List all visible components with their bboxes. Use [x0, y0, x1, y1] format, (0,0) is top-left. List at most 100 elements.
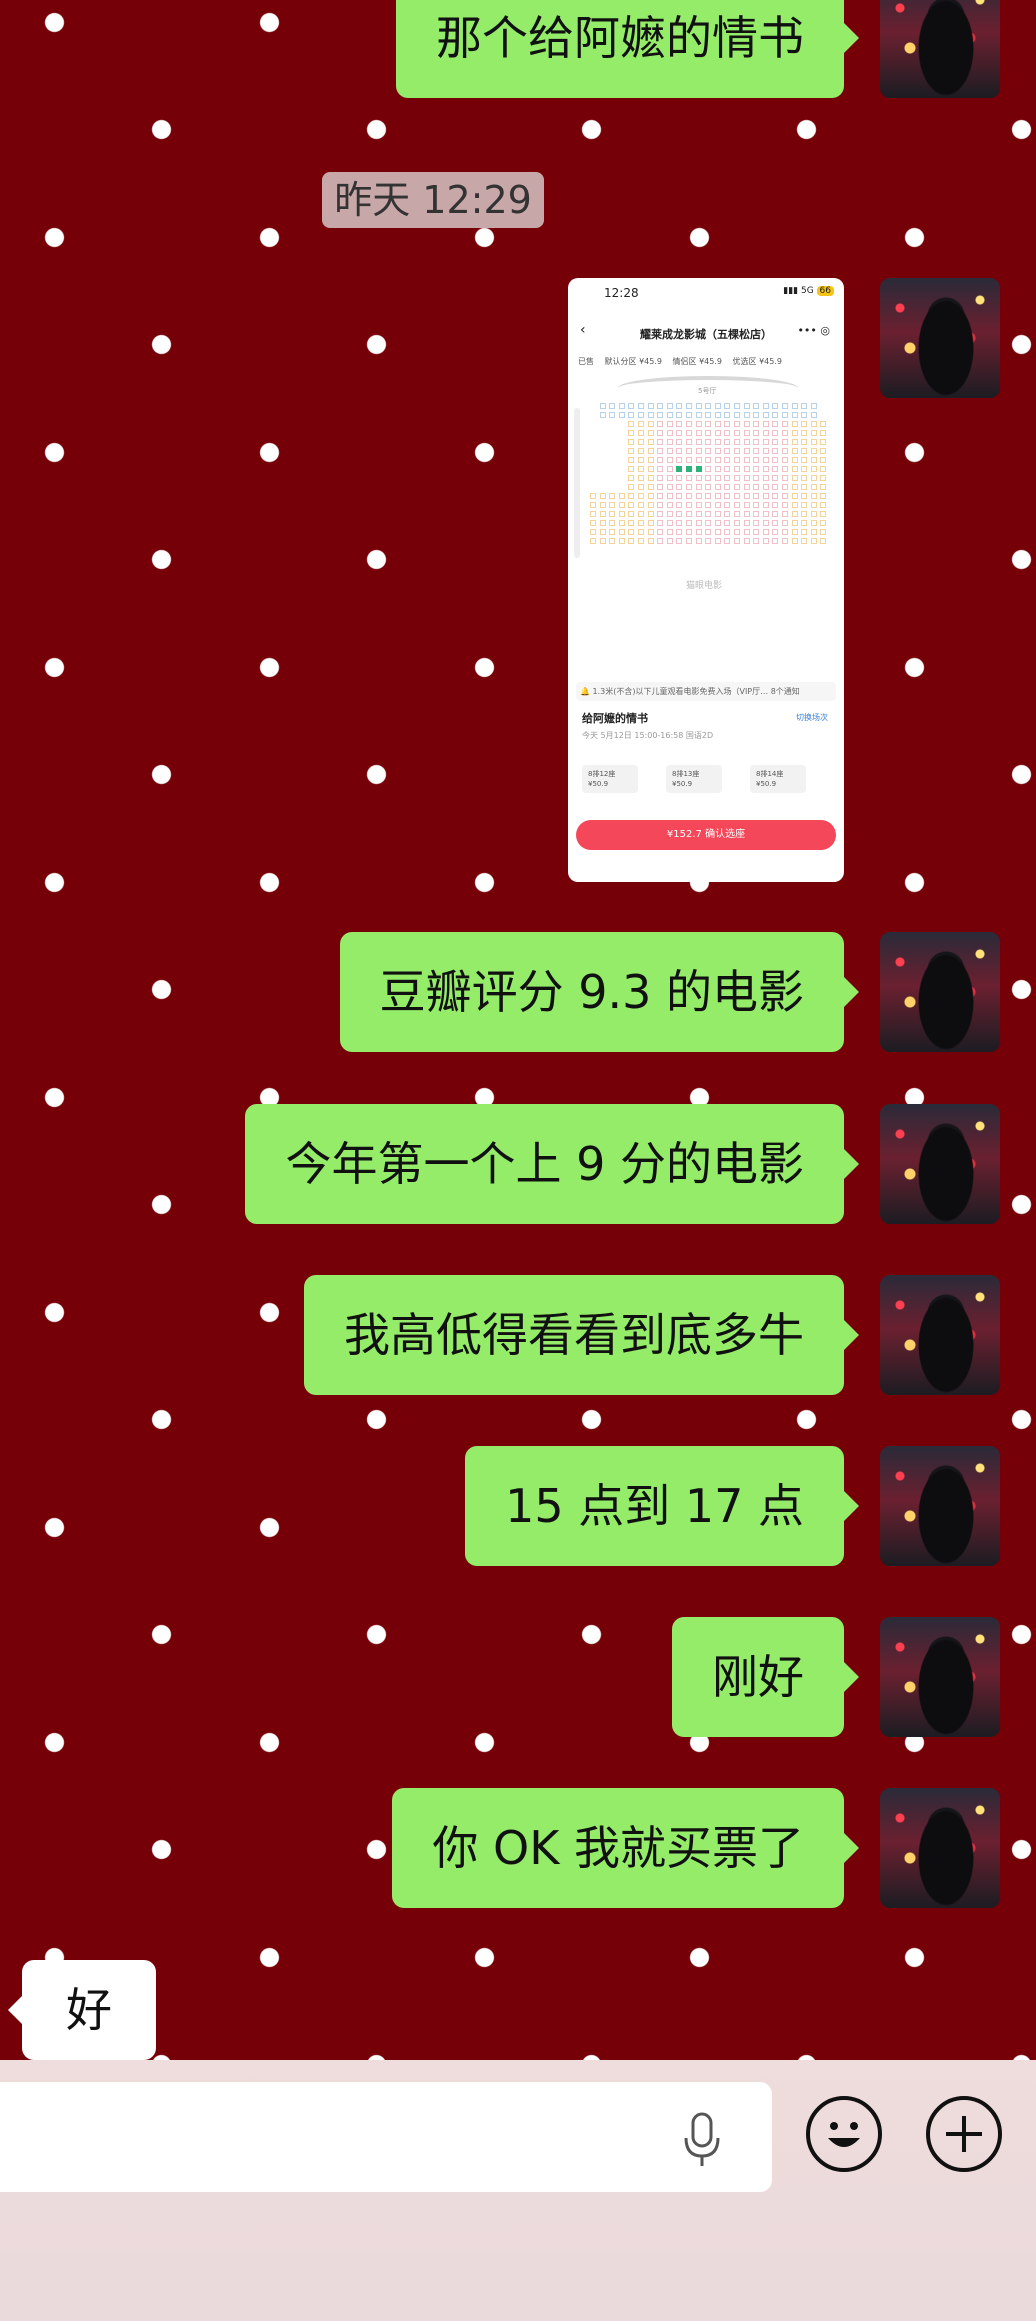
seat: [705, 448, 712, 454]
message-bubble-out[interactable]: 15 点到 17 点: [465, 1446, 859, 1566]
message-bubble-out[interactable]: 那个给阿嬷的情书: [396, 0, 859, 98]
seat: [714, 493, 721, 499]
seat: [714, 448, 721, 454]
seat: [810, 421, 817, 427]
seat: [705, 502, 712, 508]
seat: [801, 475, 808, 481]
avatar[interactable]: [880, 1446, 1000, 1566]
seat: [647, 421, 654, 427]
message-bubble-in[interactable]: 好: [8, 1960, 156, 2060]
avatar[interactable]: [880, 1104, 1000, 1224]
seat: [686, 511, 692, 517]
seat: [791, 457, 798, 463]
avatar[interactable]: [880, 0, 1000, 98]
seat: [772, 421, 779, 427]
seat: [590, 493, 596, 499]
seat: [753, 439, 760, 445]
avatar[interactable]: [880, 1788, 1000, 1908]
message-bubble-out[interactable]: 刚好: [672, 1617, 859, 1737]
seat: [590, 502, 596, 508]
seat: [753, 484, 760, 490]
seat: [714, 412, 721, 418]
avatar[interactable]: [880, 1275, 1000, 1395]
seat: [753, 403, 760, 409]
seat: [590, 529, 596, 535]
seat: [820, 466, 827, 472]
seat: [599, 502, 606, 508]
seat: [820, 457, 827, 463]
seat: [772, 466, 779, 472]
seat: [724, 421, 731, 427]
seat: [743, 493, 750, 499]
seat: [676, 439, 683, 445]
seat: [724, 475, 731, 481]
seat: [686, 538, 692, 544]
message-bubble-out[interactable]: 今年第一个上 9 分的电影: [245, 1104, 859, 1224]
seat: [753, 448, 760, 454]
seat: [628, 502, 635, 508]
message-bubble-out[interactable]: 你 OK 我就买票了: [392, 1788, 859, 1908]
seat: [753, 493, 760, 499]
seat: [782, 412, 788, 418]
seat: [753, 412, 760, 418]
seat: [638, 502, 644, 508]
seat: [801, 502, 808, 508]
avatar[interactable]: [880, 278, 1000, 398]
message-input[interactable]: [0, 2082, 772, 2192]
seat: [695, 538, 702, 544]
seat: [801, 538, 808, 544]
seat: [753, 457, 760, 463]
seat: [638, 529, 644, 535]
seat: [686, 448, 692, 454]
seat: [791, 538, 798, 544]
seat: [762, 511, 769, 517]
seat: [638, 421, 644, 427]
seat: [705, 439, 712, 445]
seat: [810, 502, 817, 508]
seat: [734, 520, 740, 526]
seat: [657, 502, 664, 508]
seat: [820, 502, 827, 508]
seat: [676, 502, 683, 508]
seat: [638, 475, 644, 481]
seat: [695, 511, 702, 517]
seat: [666, 538, 673, 544]
seat: [734, 412, 740, 418]
seat: [801, 466, 808, 472]
message-bubble-out[interactable]: 豆瓣评分 9.3 的电影: [339, 932, 860, 1052]
seat: [772, 457, 779, 463]
seat: [762, 430, 769, 436]
seat: [695, 475, 702, 481]
seat: [743, 520, 750, 526]
microphone-icon[interactable]: [682, 2112, 722, 2168]
seat: [782, 502, 788, 508]
seat: [782, 466, 788, 472]
seat: [772, 403, 779, 409]
message-bubble-out[interactable]: 我高低得看看到底多牛: [304, 1275, 859, 1395]
seat: [810, 484, 817, 490]
seat: [676, 403, 683, 409]
seat: [724, 520, 731, 526]
emoji-icon[interactable]: [806, 2096, 882, 2172]
status-bar: 12:28 ▮▮▮ 5G 66: [568, 278, 844, 304]
seat: [695, 412, 702, 418]
seat: [638, 457, 644, 463]
seat: [810, 529, 817, 535]
avatar[interactable]: [880, 1617, 1000, 1737]
chat-area: 那个给阿嬷的情书 昨天 12:29 12:28 ▮▮▮ 5G 66 ‹ 耀莱成龙…: [0, 0, 1036, 2060]
seat: [791, 412, 798, 418]
avatar[interactable]: [880, 932, 1000, 1052]
seat: [647, 439, 654, 445]
seat: [705, 430, 712, 436]
seat: [791, 439, 798, 445]
shared-screenshot-image[interactable]: 12:28 ▮▮▮ 5G 66 ‹ 耀莱成龙影城（五棵松店） ••• ◎ 已售 …: [568, 278, 844, 882]
seat: [743, 439, 750, 445]
seat: [638, 484, 644, 490]
seat: [762, 538, 769, 544]
plus-circle-icon[interactable]: [926, 2096, 1002, 2172]
seat: [618, 538, 625, 544]
seat: [705, 457, 712, 463]
seat: [810, 412, 817, 418]
seat: [705, 421, 712, 427]
seat: [791, 448, 798, 454]
